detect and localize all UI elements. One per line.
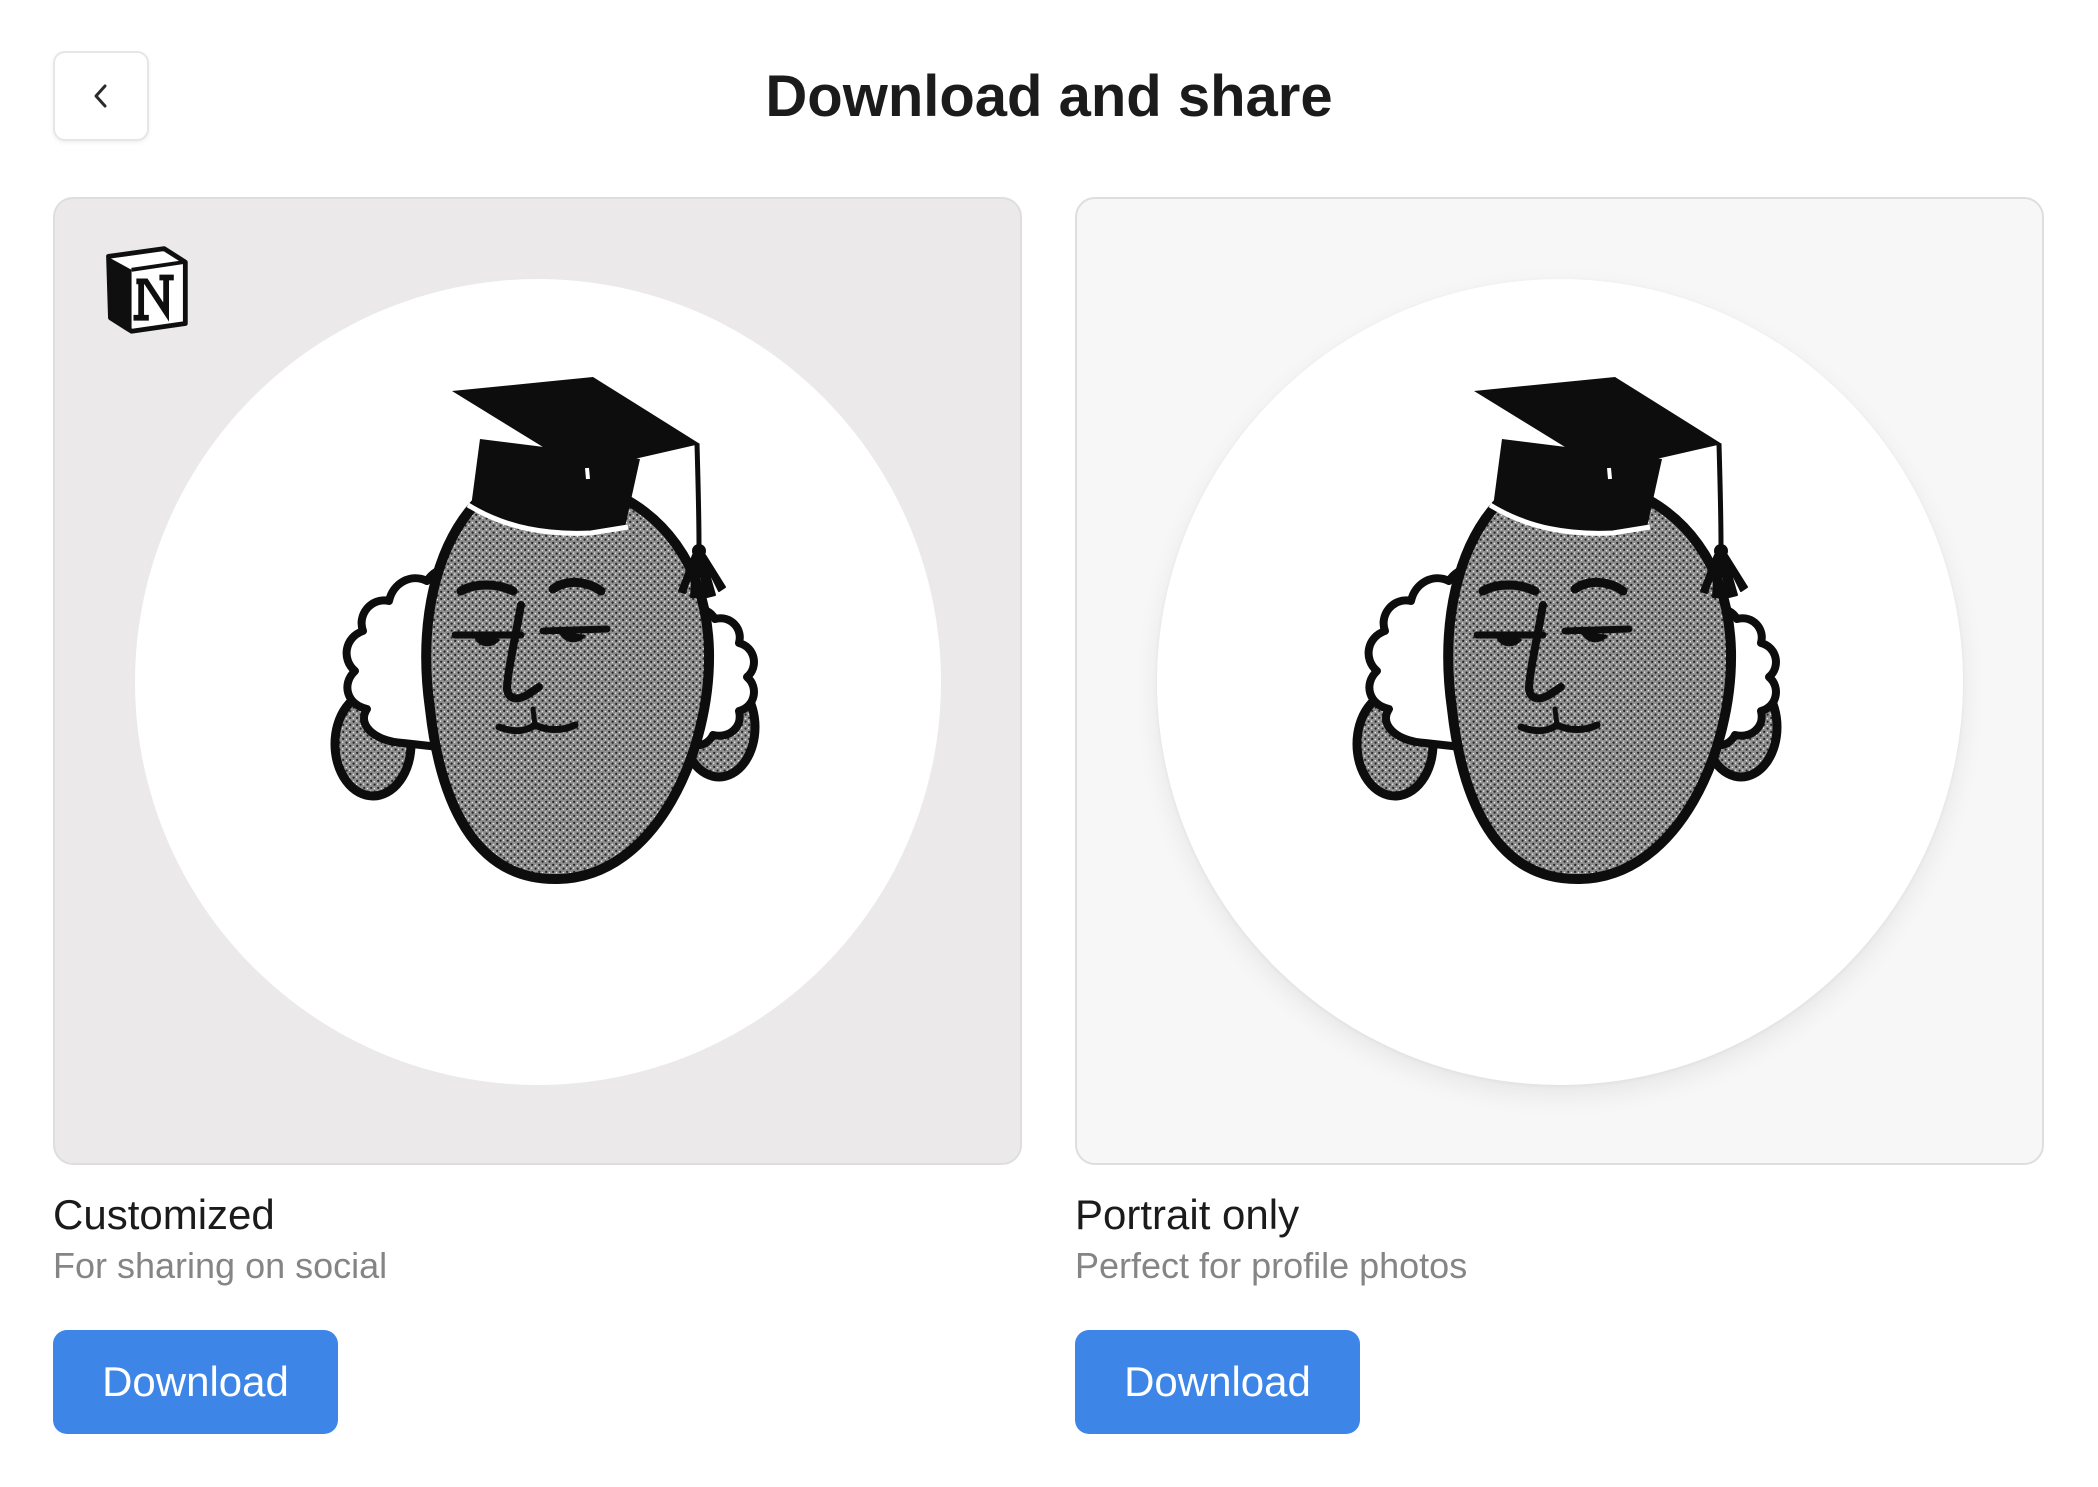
portrait-circle xyxy=(1157,279,1963,1085)
page-title: Download and share xyxy=(765,64,1333,129)
portrait-only-preview-card xyxy=(1075,197,2044,1165)
portrait-illustration xyxy=(135,279,941,1085)
notion-logo-icon xyxy=(106,246,188,334)
portrait-only-subtitle: Perfect for profile photos xyxy=(1075,1245,1468,1286)
customized-title: Customized xyxy=(53,1191,275,1238)
download-customized-button[interactable]: Download xyxy=(53,1330,338,1434)
download-portrait-button[interactable]: Download xyxy=(1075,1330,1360,1434)
portrait-only-title: Portrait only xyxy=(1075,1191,1300,1238)
customized-preview-card xyxy=(53,197,1022,1165)
portrait-circle xyxy=(135,279,941,1085)
customized-subtitle: For sharing on social xyxy=(53,1245,388,1286)
portrait-illustration xyxy=(1157,279,1963,1085)
